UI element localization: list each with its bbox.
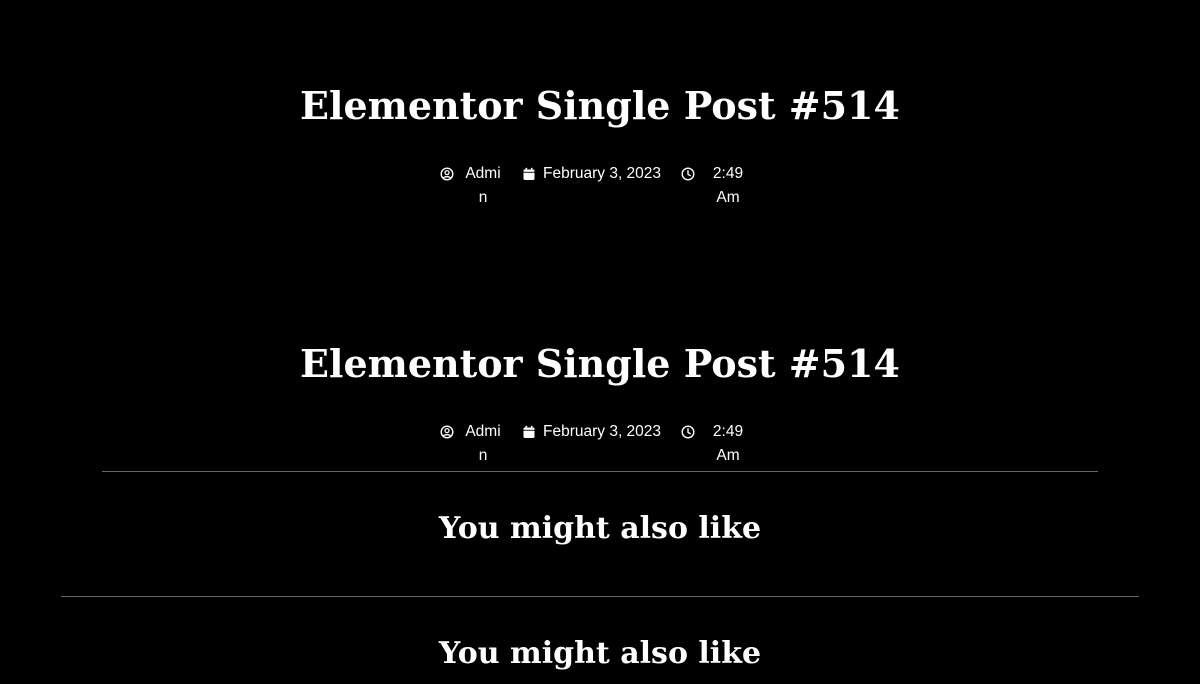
post-date[interactable]: February 3, 2023 — [522, 162, 661, 186]
related-posts-heading: You might also like — [438, 511, 762, 546]
clock-icon — [681, 167, 695, 181]
date-text: February 3, 2023 — [543, 165, 662, 182]
post-author[interactable]: Admin — [440, 420, 503, 468]
time-text: 2:49 Am — [712, 165, 744, 206]
calendar-icon — [523, 167, 535, 180]
user-circle-icon — [440, 425, 454, 439]
calendar-icon — [523, 425, 535, 438]
user-circle-icon — [440, 167, 454, 181]
divider — [61, 596, 1139, 597]
post-time: 2:49 Am — [681, 162, 746, 210]
clock-icon — [681, 425, 695, 439]
related-posts-heading: You might also like — [438, 636, 762, 671]
post-author[interactable]: Admin — [440, 162, 503, 210]
post-time: 2:49 Am — [681, 420, 746, 468]
author-name: Admin — [465, 165, 501, 206]
time-text: 2:49 Am — [712, 423, 744, 464]
post-title: Elementor Single Post #514 — [300, 83, 900, 128]
post-meta: Admin February 3, 2023 2:49 Am — [0, 162, 1200, 222]
author-name: Admin — [465, 423, 501, 464]
date-text: February 3, 2023 — [543, 423, 662, 440]
post-title: Elementor Single Post #514 — [300, 341, 900, 386]
divider — [102, 471, 1098, 472]
post-date[interactable]: February 3, 2023 — [522, 420, 661, 444]
